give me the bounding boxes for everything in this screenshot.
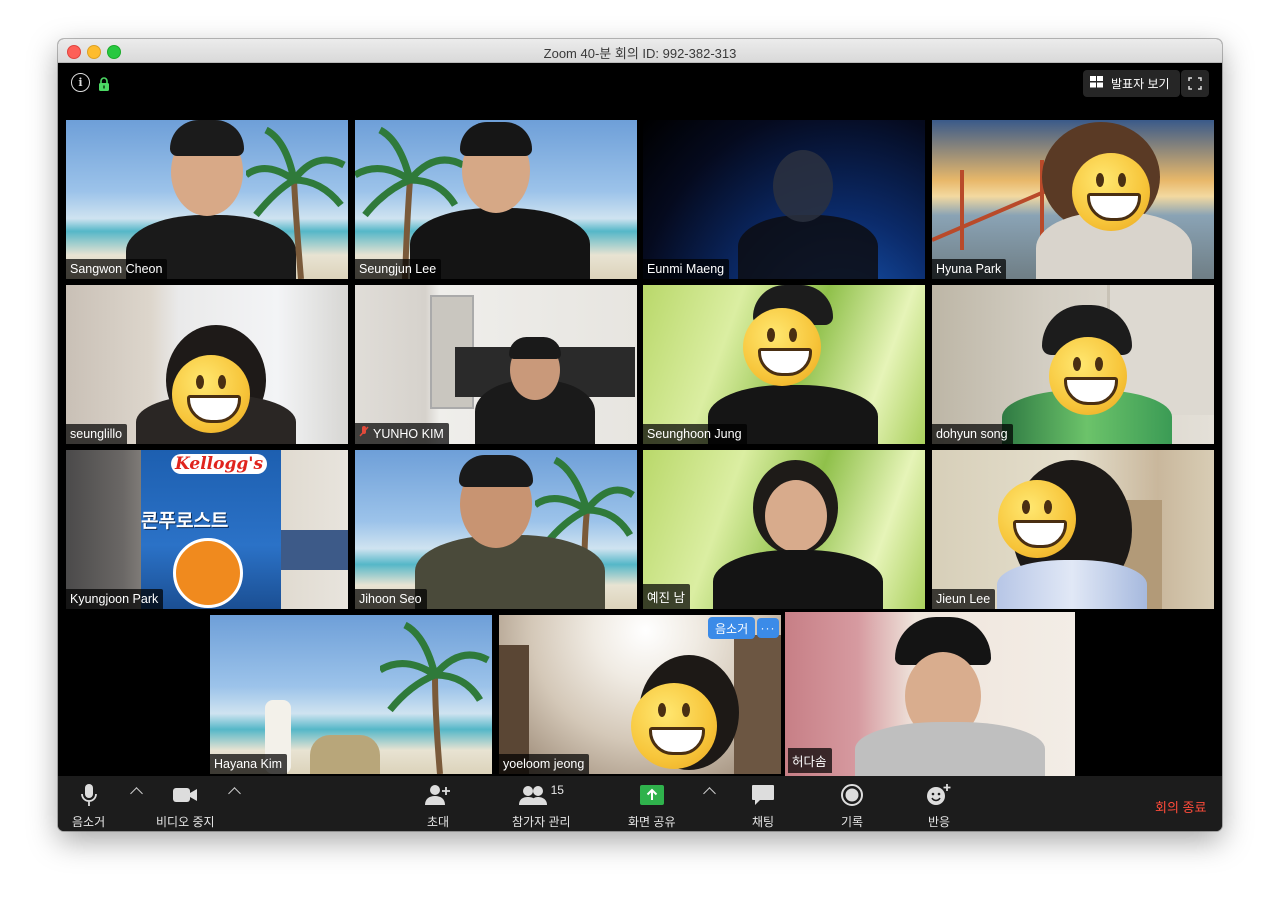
participant-name: Seungjun Lee: [359, 262, 437, 276]
video-tile[interactable]: YUNHO KIM: [355, 285, 637, 444]
face-emoji-overlay: [172, 355, 250, 433]
participant-name: Hyuna Park: [936, 262, 1002, 276]
reactions-button[interactable]: 반응: [926, 783, 952, 830]
participant-nameplate: Jieun Lee: [932, 589, 996, 609]
zoom-window: Zoom 40-분 회의 ID: 992-382-313 i 발표자 보기 Sa…: [58, 39, 1222, 831]
record-button[interactable]: 기록: [840, 783, 864, 830]
participant-nameplate: Hyuna Park: [932, 259, 1007, 279]
participant-nameplate: Jihoon Seo: [355, 589, 427, 609]
participant-nameplate: 허다솜: [788, 748, 832, 773]
video-tile[interactable]: seunglillo: [66, 285, 348, 444]
video-options-caret-icon[interactable]: [228, 787, 241, 800]
participant-name: Jieun Lee: [936, 592, 991, 606]
participant-name: yoeloom jeong: [503, 757, 585, 771]
mic-muted-icon: [359, 426, 369, 441]
participant-name: Sangwon Cheon: [70, 262, 163, 276]
encryption-lock-icon[interactable]: [98, 76, 109, 91]
add-reaction-icon: [926, 783, 952, 807]
mute-label: 음소거: [72, 815, 106, 829]
cereal-box: Kellogg's 콘푸로스트: [141, 450, 281, 609]
face-emoji-overlay: [631, 683, 717, 769]
participant-name: Kyungjoon Park: [70, 592, 159, 606]
video-camera-icon: [172, 783, 198, 807]
video-tile[interactable]: Jieun Lee: [932, 450, 1214, 609]
participant-name: YUNHO KIM: [373, 426, 444, 441]
record-icon: [840, 783, 864, 807]
tile-mute-button[interactable]: 음소거: [708, 617, 756, 639]
participant-nameplate: 예진 남: [643, 584, 690, 609]
participant-name: 예진 남: [647, 591, 685, 605]
title-bar: Zoom 40-분 회의 ID: 992-382-313: [58, 39, 1222, 63]
participant-nameplate: Kyungjoon Park: [66, 589, 164, 609]
video-tile[interactable]: Seunghoon Jung: [643, 285, 925, 444]
face-emoji-overlay: [998, 480, 1076, 558]
participant-nameplate: Seungjun Lee: [355, 259, 442, 279]
speaker-view-label: 발표자 보기: [1111, 77, 1170, 91]
face-emoji-overlay: [1049, 337, 1127, 415]
video-tile[interactable]: Kellogg's 콘푸로스트 Kyungjoon Park: [66, 450, 348, 609]
cereal-brand: Kellogg's: [171, 454, 268, 474]
cereal-product: 콘푸로스트: [141, 511, 229, 532]
share-screen-button[interactable]: 화면 공유: [628, 783, 676, 830]
stop-video-button[interactable]: 비디오 중지: [156, 783, 215, 830]
video-tile[interactable]: Hayana Kim: [210, 615, 492, 774]
participant-nameplate: dohyun song: [932, 424, 1013, 444]
microphone-icon: [80, 783, 98, 807]
video-tile[interactable]: Eunmi Maeng: [643, 120, 925, 279]
participant-nameplate: Seunghoon Jung: [643, 424, 747, 444]
video-tile-active-speaker[interactable]: 허다솜: [785, 612, 1075, 776]
participants-label: 참가자 관리: [512, 815, 571, 829]
fullscreen-icon: [1188, 77, 1202, 90]
speaker-view-button[interactable]: 발표자 보기: [1083, 70, 1180, 97]
participant-name: Jihoon Seo: [359, 592, 422, 606]
participant-name: Hayana Kim: [214, 757, 283, 771]
participants-count: 15: [550, 783, 564, 797]
video-tile[interactable]: 예진 남: [643, 450, 925, 609]
meeting-toolbar: 음소거 비디오 중지 초대 15 참가자 관리 화면 공유 채팅 기록 반응 회…: [58, 776, 1222, 831]
video-tile[interactable]: Jihoon Seo: [355, 450, 637, 609]
video-tile[interactable]: Seungjun Lee: [355, 120, 637, 279]
participant-name: Seunghoon Jung: [647, 427, 742, 441]
record-label: 기록: [840, 815, 864, 829]
video-tile[interactable]: dohyun song: [932, 285, 1214, 444]
invite-label: 초대: [426, 815, 450, 829]
share-screen-icon: [639, 783, 665, 807]
end-meeting-button[interactable]: 회의 종료: [1155, 797, 1206, 816]
audio-options-caret-icon[interactable]: [130, 787, 143, 800]
video-tile[interactable]: Hyuna Park: [932, 120, 1214, 279]
meeting-info-icon[interactable]: i: [71, 73, 90, 92]
tile-more-button[interactable]: ···: [757, 618, 779, 638]
participant-name: 허다솜: [792, 755, 827, 769]
share-screen-label: 화면 공유: [628, 815, 676, 829]
face-emoji-overlay: [1072, 153, 1150, 231]
chat-bubble-icon: [751, 783, 775, 807]
chat-button[interactable]: 채팅: [751, 783, 775, 830]
window-title: Zoom 40-분 회의 ID: 992-382-313: [543, 46, 737, 61]
add-person-icon: [425, 783, 451, 807]
grid-icon: [1090, 76, 1103, 91]
manage-participants-button[interactable]: 15 참가자 관리: [512, 783, 571, 830]
participants-icon: 15: [518, 783, 564, 807]
participant-nameplate: Eunmi Maeng: [643, 259, 730, 279]
participant-name: seunglillo: [70, 427, 123, 441]
invite-button[interactable]: 초대: [425, 783, 451, 830]
fullscreen-button[interactable]: [1181, 70, 1209, 97]
face-emoji-overlay: [743, 308, 821, 386]
participant-name: Eunmi Maeng: [647, 262, 725, 276]
participant-nameplate: Sangwon Cheon: [66, 259, 168, 279]
participant-nameplate: yoeloom jeong: [499, 754, 590, 774]
participant-nameplate: YUNHO KIM: [355, 423, 449, 444]
participant-nameplate: seunglillo: [66, 424, 128, 444]
share-options-caret-icon[interactable]: [703, 787, 716, 800]
stop-video-label: 비디오 중지: [156, 815, 215, 829]
chat-label: 채팅: [751, 815, 775, 829]
reactions-label: 반응: [927, 815, 951, 829]
video-tile[interactable]: Sangwon Cheon: [66, 120, 348, 279]
participant-nameplate: Hayana Kim: [210, 754, 288, 774]
mute-button[interactable]: 음소거: [72, 783, 105, 830]
participant-name: dohyun song: [936, 427, 1008, 441]
